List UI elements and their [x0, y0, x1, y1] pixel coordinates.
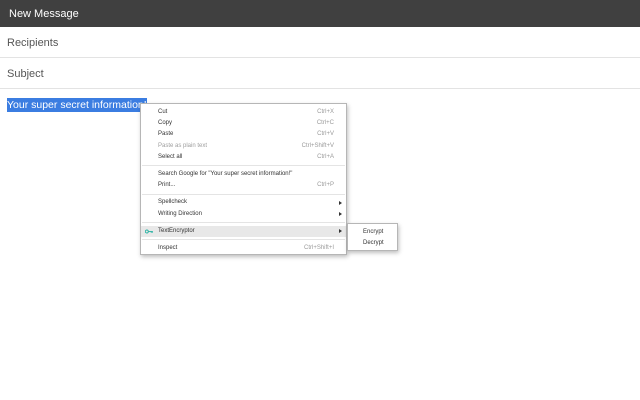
submenu-item-encrypt[interactable]: Encrypt: [348, 227, 397, 238]
submenu-item-label: Decrypt: [363, 240, 384, 246]
menu-item-cut[interactable]: Cut Ctrl+X: [141, 107, 346, 118]
menu-item-select-all[interactable]: Select all Ctrl+A: [141, 152, 346, 163]
menu-item-search-google[interactable]: Search Google for "Your super secret inf…: [141, 169, 346, 180]
menu-item-copy[interactable]: Copy Ctrl+C: [141, 118, 346, 129]
menu-item-shortcut: Ctrl+X: [317, 109, 334, 115]
subject-field[interactable]: [0, 58, 640, 89]
selected-text[interactable]: Your super secret information!: [7, 98, 147, 112]
subject-input[interactable]: [7, 68, 607, 80]
menu-separator: [142, 165, 345, 167]
menu-item-shortcut: Ctrl+Shift+I: [303, 244, 334, 251]
menu-separator: [142, 222, 345, 224]
menu-item-label: Print...: [158, 182, 176, 189]
menu-item-inspect[interactable]: Inspect Ctrl+Shift+I: [141, 243, 346, 254]
menu-item-label: Writing Direction: [158, 210, 202, 217]
menu-item-label: Select all: [158, 153, 183, 160]
recipients-input[interactable]: [7, 37, 607, 49]
key-icon: [145, 229, 153, 234]
menu-item-label: Paste as plain text: [158, 142, 208, 149]
submenu-item-label: Encrypt: [363, 229, 384, 235]
menu-item-shortcut: Ctrl+A: [317, 153, 334, 160]
menu-item-label: Cut: [158, 109, 168, 115]
submenu-arrow-icon: [339, 212, 342, 217]
menu-item-label: TextEncryptor: [158, 227, 195, 234]
menu-item-label: Spellcheck: [158, 199, 188, 206]
submenu-arrow-icon: [339, 229, 342, 234]
message-body[interactable]: Your super secret information!: [7, 98, 147, 112]
window-title: New Message: [9, 8, 79, 20]
menu-item-spellcheck[interactable]: Spellcheck: [141, 197, 346, 208]
menu-item-shortcut: Ctrl+C: [316, 120, 334, 127]
menu-item-label: Paste: [158, 131, 174, 138]
window-titlebar: New Message: [0, 0, 640, 27]
menu-item-textencryptor[interactable]: TextEncryptor: [141, 225, 346, 237]
recipients-field[interactable]: [0, 27, 640, 58]
submenu-arrow-icon: [339, 200, 342, 205]
textencryptor-submenu: Encrypt Decrypt: [347, 223, 398, 251]
menu-item-shortcut: Ctrl+V: [317, 131, 334, 138]
menu-item-print[interactable]: Print... Ctrl+P: [141, 180, 346, 191]
menu-item-writing-direction[interactable]: Writing Direction: [141, 209, 346, 220]
menu-item-shortcut: Ctrl+P: [317, 182, 334, 189]
menu-item-paste[interactable]: Paste Ctrl+V: [141, 129, 346, 140]
menu-item-shortcut: Ctrl+Shift+V: [301, 142, 334, 149]
submenu-item-decrypt[interactable]: Decrypt: [348, 238, 397, 249]
menu-item-label: Search Google for "Your super secret inf…: [158, 170, 293, 177]
menu-item-label: Copy: [158, 120, 173, 127]
menu-item-paste-plain: Paste as plain text Ctrl+Shift+V: [141, 141, 346, 152]
menu-separator: [142, 239, 345, 241]
context-menu: Cut Ctrl+X Copy Ctrl+C Paste Ctrl+V Past…: [140, 103, 347, 255]
menu-item-label: Inspect: [158, 244, 178, 251]
menu-separator: [142, 193, 345, 195]
